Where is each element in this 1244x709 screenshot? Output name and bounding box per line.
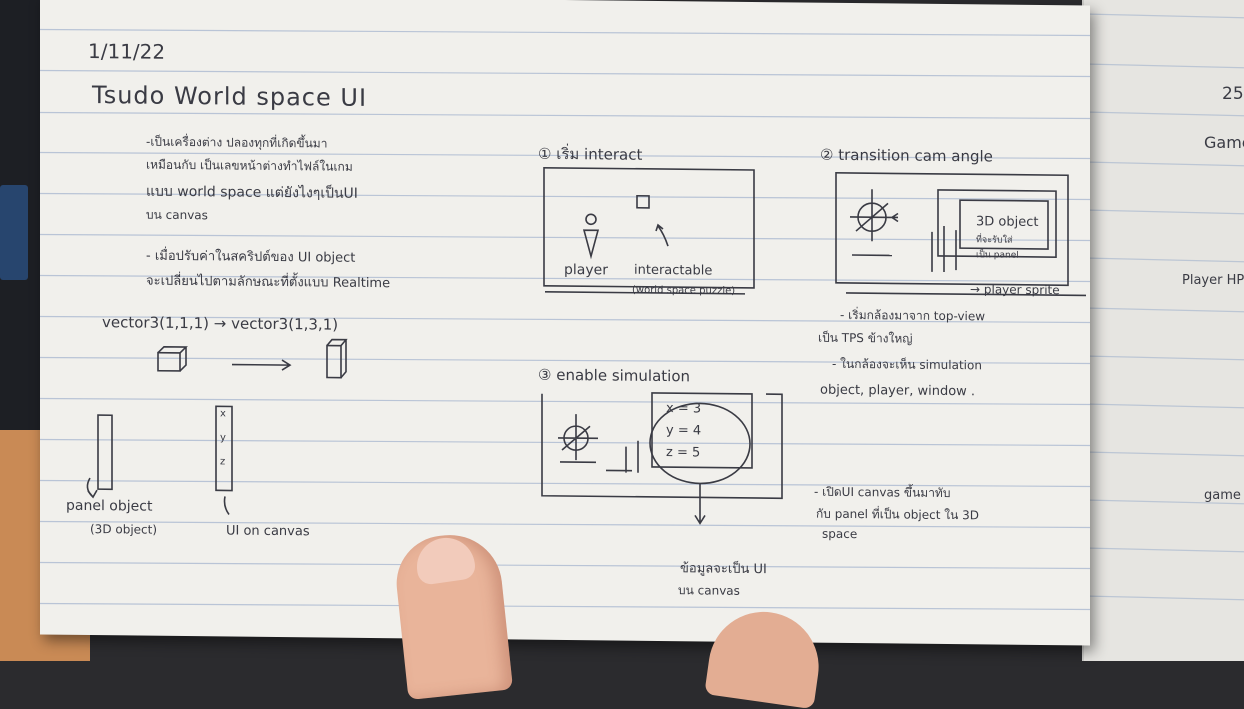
step3-value-x: x = 3 [666,401,702,417]
step3-note-2: บน canvas [678,583,740,598]
next-notebook-page: 251 Game Player HP game [1082,0,1244,661]
next-page-rules [1084,13,1244,601]
step3-value-z: z = 5 [666,445,701,461]
step3-side-note-2: กับ panel ที่เป็น object ใน 3D [816,506,979,523]
next-page-word-game-2: game [1204,488,1241,503]
step3-sketch [541,392,783,525]
step3-frame [541,393,783,500]
step3-value-y: y = 4 [666,423,702,439]
step3-note-1: ข้อมูลจะเป็น UI [680,561,767,578]
next-page-word-player-hp: Player HP [1182,273,1244,288]
notebook-page: 1/11/22 Tsudo World space UI -เป็นเครื่อ… [40,0,1090,646]
monitor-edge [0,185,28,280]
next-page-word-game: Game [1204,133,1244,152]
step3-side-note-1: - เปิดUI canvas ขึ้นมาทับ [814,484,951,501]
next-page-number: 251 [1222,84,1244,104]
step3-side-note-3: space [822,526,858,542]
